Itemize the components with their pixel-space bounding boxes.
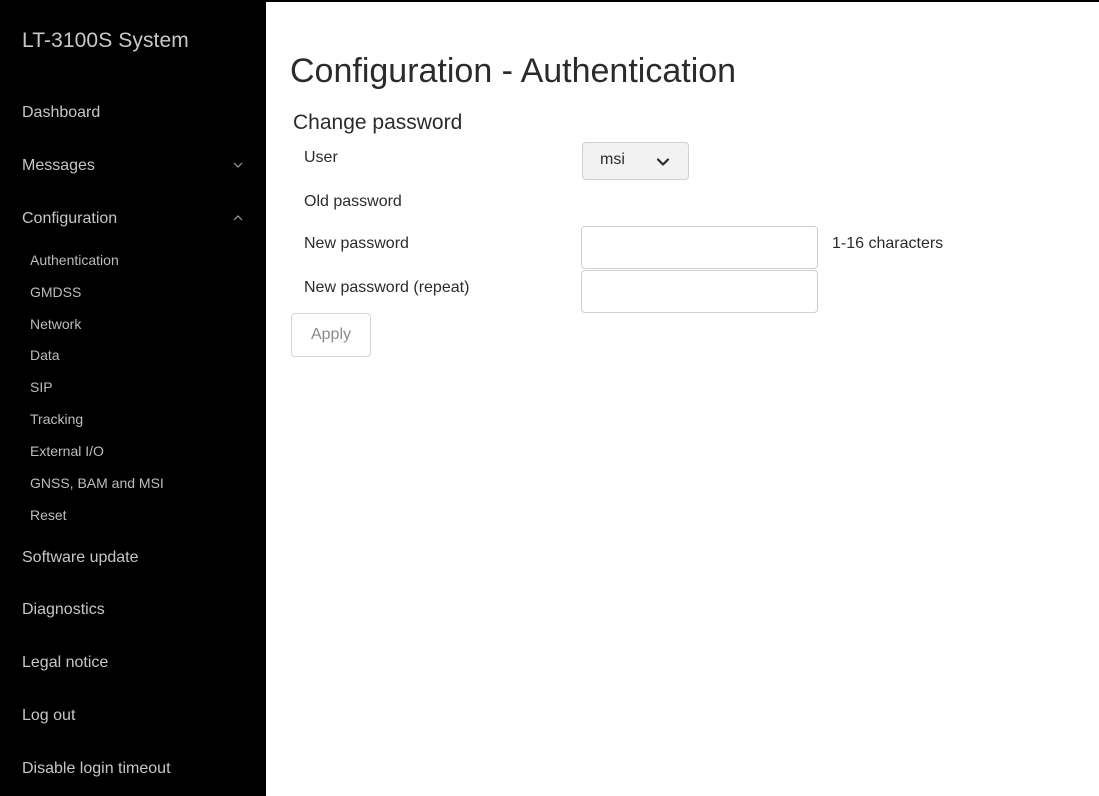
sidebar-item-software-update[interactable]: Software update bbox=[22, 546, 244, 570]
sidebar-item-configuration[interactable]: Configuration bbox=[22, 207, 244, 231]
main-content: Configuration - Authentication Change pa… bbox=[266, 2, 1099, 796]
sidebar-item-diagnostics[interactable]: Diagnostics bbox=[22, 598, 244, 622]
page-title: Configuration - Authentication bbox=[290, 52, 737, 90]
section-title: Change password bbox=[293, 111, 463, 134]
sidebar-item-dashboard[interactable]: Dashboard bbox=[22, 101, 244, 125]
new-password-label: New password bbox=[304, 235, 409, 252]
brand-title: LT-3100S System bbox=[22, 29, 189, 52]
sidebar-subitem-external-io[interactable]: External I/O bbox=[30, 441, 230, 461]
new-password-hint: 1-16 characters bbox=[832, 235, 944, 252]
repeat-password-field[interactable] bbox=[581, 270, 818, 313]
app-window: LT-3100S System Dashboard Messages Confi… bbox=[0, 0, 1099, 796]
chevron-down-icon bbox=[656, 158, 670, 166]
sidebar-subitem-data[interactable]: Data bbox=[30, 345, 230, 365]
sidebar-item-disable-login-timeout[interactable]: Disable login timeout bbox=[22, 757, 244, 781]
sidebar-item-label: Dashboard bbox=[22, 104, 101, 121]
sidebar-subitem-sip[interactable]: SIP bbox=[30, 377, 230, 397]
sidebar-item-messages[interactable]: Messages bbox=[22, 154, 244, 178]
user-select-value: msi bbox=[600, 151, 625, 168]
chevron-down-icon bbox=[233, 162, 243, 168]
sidebar-subitem-reset[interactable]: Reset bbox=[30, 505, 230, 525]
sidebar-item-label: Messages bbox=[22, 157, 95, 174]
repeat-password-label: New password (repeat) bbox=[304, 279, 470, 296]
sidebar-subitem-network[interactable]: Network bbox=[30, 314, 230, 334]
sidebar-item-label: Configuration bbox=[22, 210, 118, 227]
new-password-field[interactable] bbox=[581, 226, 818, 269]
sidebar: LT-3100S System Dashboard Messages Confi… bbox=[0, 2, 266, 796]
sidebar-subitem-tracking[interactable]: Tracking bbox=[30, 409, 230, 429]
sidebar-item-label: Legal notice bbox=[22, 654, 109, 671]
sidebar-subitem-gmdss[interactable]: GMDSS bbox=[30, 282, 230, 302]
sidebar-subitem-gnss-bam-msi[interactable]: GNSS, BAM and MSI bbox=[30, 473, 230, 493]
sidebar-subitem-authentication[interactable]: Authentication bbox=[30, 250, 230, 270]
apply-button[interactable]: Apply bbox=[291, 313, 371, 357]
chevron-up-icon bbox=[233, 215, 243, 221]
sidebar-item-label: Diagnostics bbox=[22, 601, 105, 618]
old-password-label: Old password bbox=[304, 193, 402, 210]
user-select[interactable]: msi bbox=[582, 142, 689, 180]
sidebar-item-label: Log out bbox=[22, 707, 76, 724]
sidebar-item-legal-notice[interactable]: Legal notice bbox=[22, 651, 244, 675]
user-label: User bbox=[304, 149, 338, 166]
sidebar-item-label: Disable login timeout bbox=[22, 760, 171, 777]
sidebar-item-log-out[interactable]: Log out bbox=[22, 704, 244, 728]
sidebar-item-label: Software update bbox=[22, 549, 139, 566]
